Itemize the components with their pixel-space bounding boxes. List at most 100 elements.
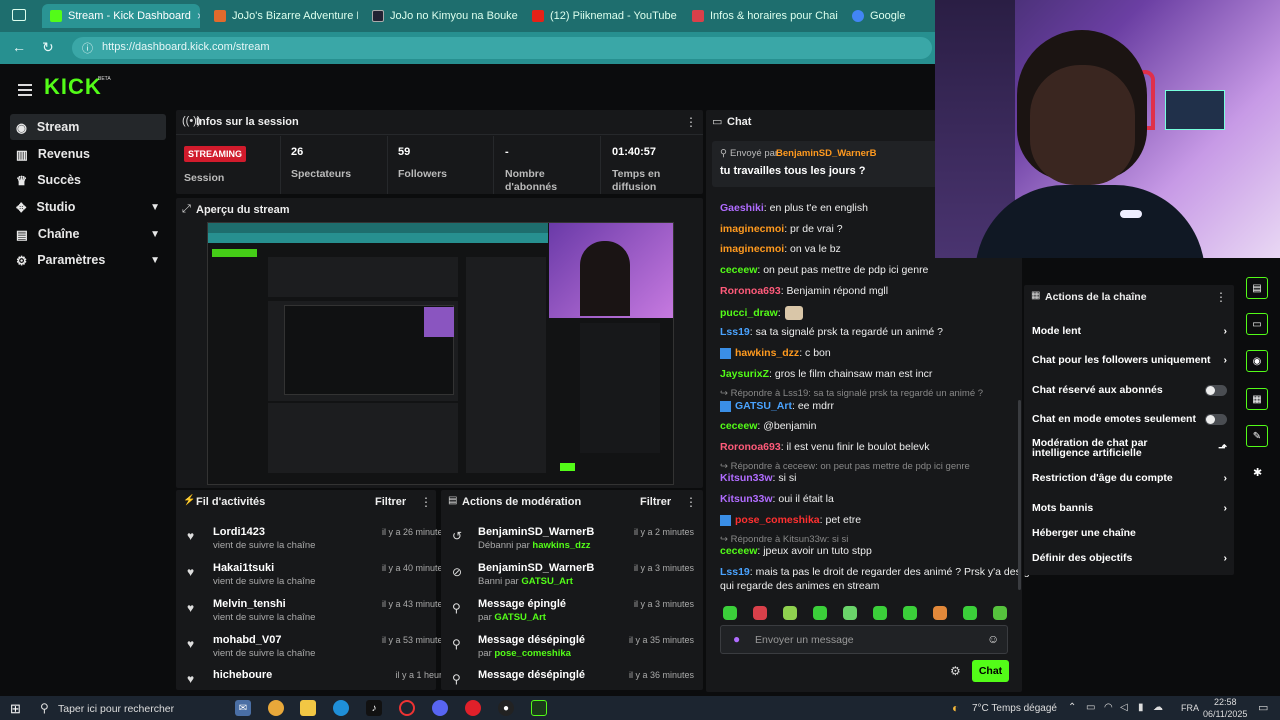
emote-icon[interactable] bbox=[813, 606, 827, 620]
chat-user[interactable]: Gaeshiki bbox=[720, 202, 764, 214]
edge-icon[interactable] bbox=[333, 700, 349, 716]
moderation-row[interactable]: ⚲ Message désépinglé il y a 36 minutes bbox=[452, 669, 694, 687]
cloud-icon[interactable]: ☁ bbox=[1153, 702, 1163, 713]
activity-row[interactable]: ♥ mohabd_V07 vient de suivre la chaîne i… bbox=[187, 634, 447, 670]
action-emotes-only[interactable]: Chat en mode emotes seulement bbox=[1032, 413, 1227, 425]
wifi-icon[interactable]: ◠ bbox=[1104, 702, 1113, 713]
clock-time[interactable]: 22:58 bbox=[1214, 697, 1237, 707]
chat-user[interactable]: imaginecmoi bbox=[720, 223, 784, 235]
close-icon[interactable]: × bbox=[197, 9, 200, 23]
discord-icon[interactable] bbox=[432, 700, 448, 716]
activity-row[interactable]: ♥ Melvin_tenshi vient de suivre la chaîn… bbox=[187, 598, 447, 634]
action-slow-mode[interactable]: Mode lent › bbox=[1032, 325, 1227, 337]
chat-send-button[interactable]: Chat bbox=[972, 660, 1009, 682]
chat-user[interactable]: pucci_draw bbox=[720, 307, 778, 319]
emote-icon[interactable] bbox=[963, 606, 977, 620]
more-icon[interactable]: ⋮ bbox=[685, 495, 697, 509]
more-icon[interactable]: ⋮ bbox=[420, 495, 432, 509]
chat-user[interactable]: GATSU_Art bbox=[735, 400, 792, 412]
wrench-icon[interactable]: ✎ bbox=[1246, 425, 1268, 447]
chat-user[interactable]: ceceew bbox=[720, 420, 757, 432]
url-field[interactable]: ⓘ https://dashboard.kick.com/stream bbox=[72, 37, 932, 59]
obs-icon[interactable]: ● bbox=[498, 700, 514, 716]
broadcast-icon[interactable]: ◉ bbox=[1246, 350, 1268, 372]
sidebar-item-studio[interactable]: ✥ Studio ▼ bbox=[10, 194, 166, 220]
notifications-icon[interactable]: ▭ bbox=[1258, 701, 1268, 714]
emote-icon[interactable] bbox=[993, 606, 1007, 620]
chat-user[interactable]: Kitsun33w bbox=[720, 493, 773, 505]
emote-icon[interactable] bbox=[783, 606, 797, 620]
emote-icon[interactable] bbox=[843, 606, 857, 620]
tab-actions-icon[interactable] bbox=[12, 9, 26, 21]
moderation-row[interactable]: ↺ BenjaminSD_WarnerB Débanni par hawkins… bbox=[452, 526, 694, 562]
emoji-icon[interactable]: ☺ bbox=[987, 632, 999, 646]
chat-user[interactable]: ceceew bbox=[720, 545, 757, 557]
language-indicator[interactable]: FRA bbox=[1181, 703, 1199, 713]
action-ai-moderation[interactable]: Modération de chat par intelligence arti… bbox=[1032, 438, 1227, 459]
emotes-only-toggle[interactable] bbox=[1205, 413, 1227, 425]
chat-user[interactable]: Roronoa693 bbox=[720, 285, 781, 297]
emote-icon[interactable] bbox=[723, 606, 737, 620]
search-icon[interactable]: ⚲ bbox=[40, 701, 49, 715]
tab-google[interactable]: Google bbox=[844, 4, 934, 28]
stream-preview-video[interactable] bbox=[207, 222, 674, 485]
menu-icon[interactable] bbox=[18, 84, 32, 96]
windows-start-icon[interactable]: ⊞ bbox=[10, 701, 21, 717]
action-set-goals[interactable]: Définir des objectifs › bbox=[1032, 552, 1227, 564]
moderation-actor[interactable]: hawkins_dzz bbox=[532, 540, 590, 551]
notes-icon[interactable]: ▤ bbox=[1246, 277, 1268, 299]
chat-user[interactable]: ceceew bbox=[720, 264, 757, 276]
kick-app-icon[interactable] bbox=[531, 700, 547, 716]
chat-scrollbar[interactable] bbox=[1018, 400, 1021, 590]
pinned-user[interactable]: BenjaminSD_WarnerB bbox=[776, 148, 876, 159]
site-info-icon[interactable]: ⓘ bbox=[82, 40, 93, 56]
chat-user[interactable]: hawkins_dzz bbox=[735, 347, 799, 359]
moderation-filter-button[interactable]: Filtrer bbox=[640, 496, 671, 508]
more-icon[interactable]: ⋮ bbox=[685, 115, 697, 129]
chat-user[interactable]: Roronoa693 bbox=[720, 441, 781, 453]
action-followers-only[interactable]: Chat pour les followers uniquement › bbox=[1032, 354, 1227, 366]
chat-icon[interactable]: ▭ bbox=[1246, 313, 1268, 335]
gear-icon[interactable]: ⚙ bbox=[950, 664, 961, 678]
emote-icon[interactable] bbox=[933, 606, 947, 620]
action-banned-words[interactable]: Mots bannis › bbox=[1032, 502, 1227, 514]
action-subscribers-only[interactable]: Chat réservé aux abonnés bbox=[1032, 384, 1227, 396]
tray-chevron-icon[interactable]: ⌃ bbox=[1068, 702, 1076, 713]
more-icon[interactable]: ⋮ bbox=[1215, 290, 1227, 304]
emote-icon[interactable] bbox=[903, 606, 917, 620]
taskbar-search-input[interactable]: Taper ici pour rechercher bbox=[58, 703, 174, 715]
network-icon[interactable]: ▭ bbox=[1086, 702, 1095, 713]
chat-user[interactable]: Lss19 bbox=[720, 566, 750, 578]
tab-jojo-2[interactable]: JoJo no Kimyou na Bouken × bbox=[364, 4, 518, 28]
queue-icon[interactable]: ▦ bbox=[1246, 388, 1268, 410]
opera-icon[interactable] bbox=[399, 700, 415, 716]
weather-text[interactable]: 7°C Temps dégagé bbox=[972, 703, 1057, 714]
action-age-restriction[interactable]: Restriction d'âge du compte › bbox=[1032, 472, 1227, 484]
clock-date[interactable]: 06/11/2025 bbox=[1203, 709, 1247, 719]
chat-user[interactable]: JaysurixZ bbox=[720, 368, 769, 380]
file-explorer-icon[interactable] bbox=[300, 700, 316, 716]
sidebar-item-stream[interactable]: ◉ Stream bbox=[10, 114, 166, 140]
tab-kick-dashboard[interactable]: Stream - Kick Dashboard × bbox=[42, 4, 200, 28]
moderation-actor[interactable]: pose_comeshika bbox=[494, 648, 571, 659]
tiktok-icon[interactable]: ♪ bbox=[366, 700, 382, 716]
activity-row[interactable]: ♥ Lordi1423 vient de suivre la chaîne il… bbox=[187, 526, 447, 562]
chat-user[interactable]: pose_comeshika bbox=[735, 514, 820, 526]
tab-infos-horaires[interactable]: Infos & horaires pour Chai × bbox=[684, 4, 840, 28]
activity-filter-button[interactable]: Filtrer bbox=[375, 496, 406, 508]
refresh-icon[interactable]: ↻ bbox=[42, 39, 54, 56]
emote-icon[interactable] bbox=[753, 606, 767, 620]
emote-icon[interactable] bbox=[873, 606, 887, 620]
moderation-actor[interactable]: GATSU_Art bbox=[494, 612, 546, 623]
tab-jojo-1[interactable]: JoJo's Bizarre Adventure De × bbox=[206, 4, 358, 28]
mail-icon[interactable]: ✉ bbox=[235, 700, 251, 716]
kick-logo[interactable]: KICK bbox=[44, 74, 102, 100]
chat-input[interactable]: ● Envoyer un message ☺ bbox=[720, 625, 1008, 654]
apps-icon[interactable]: ✱ bbox=[1253, 466, 1262, 479]
action-host-channel[interactable]: Héberger une chaîne bbox=[1032, 527, 1227, 539]
microphone-icon[interactable]: ● bbox=[733, 632, 740, 646]
moderation-row[interactable]: ⊘ BenjaminSD_WarnerB Banni par GATSU_Art… bbox=[452, 562, 694, 598]
tab-youtube[interactable]: (12) Piiknemad - YouTube × bbox=[524, 4, 680, 28]
back-icon[interactable]: ← bbox=[12, 39, 26, 55]
sidebar-item-chaine[interactable]: ▤ Chaîne ▼ bbox=[10, 221, 166, 247]
